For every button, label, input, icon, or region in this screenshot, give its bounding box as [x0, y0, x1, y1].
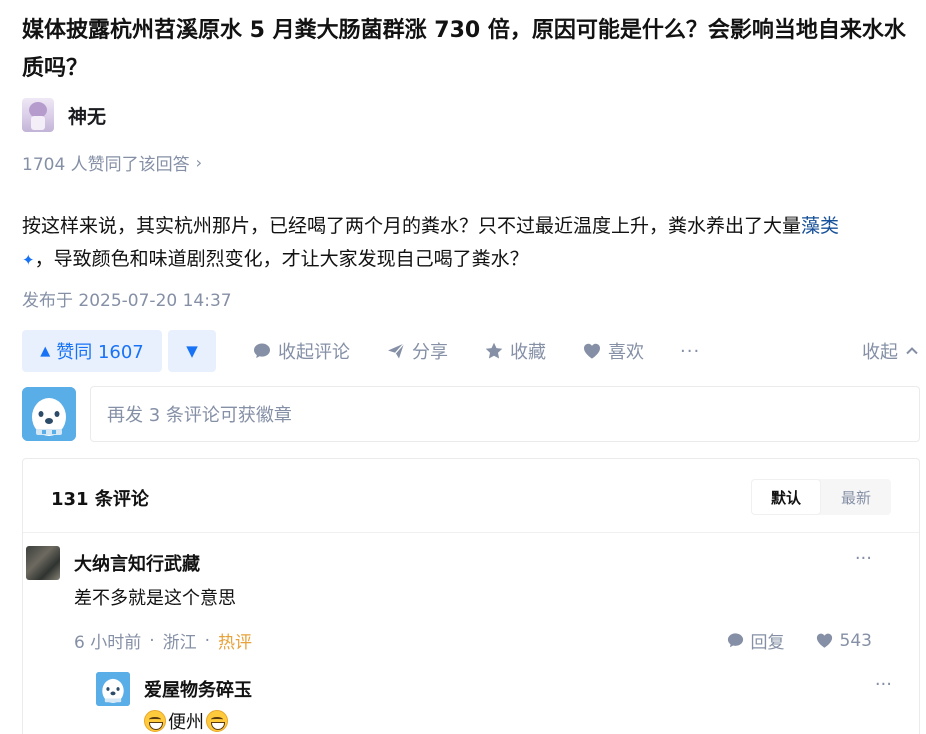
- collapse-answer-button[interactable]: 收起: [862, 338, 920, 364]
- author-avatar[interactable]: [22, 98, 54, 132]
- upvote-label: 赞同 1607: [56, 342, 144, 363]
- bear-mascot-icon: [22, 387, 76, 441]
- comment-actions: 回复 543: [726, 628, 872, 653]
- replier-avatar[interactable]: [96, 672, 130, 706]
- comments-count: 131 条评论: [51, 489, 149, 510]
- upvote-summary-text: 1704 人赞同了该回答: [22, 155, 190, 175]
- answer-body: 按这样来说，其实杭州那片，已经喝了两个月的粪水？只不过最近温度上升，粪水养出了大…: [22, 210, 914, 277]
- comment-sort-toggle: 默认 最新: [751, 479, 891, 515]
- reply-text-value: 便州: [168, 712, 204, 733]
- comment-like-button[interactable]: 543: [815, 631, 872, 651]
- reply-label: 回复: [750, 633, 785, 653]
- current-user-avatar[interactable]: [22, 387, 76, 441]
- reply-more-button[interactable]: ···: [875, 674, 892, 695]
- like-button[interactable]: 喜欢: [582, 338, 644, 364]
- author-name[interactable]: 神无: [68, 102, 106, 129]
- star-icon: [485, 342, 503, 359]
- answer-text-part1: 按这样来说，其实杭州那片，已经喝了两个月的粪水？只不过最近温度上升，粪水养出了大…: [22, 215, 802, 237]
- publish-time: 发布于 2025-07-20 14:37: [22, 291, 232, 311]
- answer-actionbar: ▲ 赞同 1607 ▼ 收起评论 分享 收藏 喜欢 ··· 收起: [22, 330, 920, 372]
- question-title[interactable]: 媒体披露杭州苕溪原水 5 月粪大肠菌群涨 730 倍，原因可能是什么？会影响当地…: [22, 12, 912, 88]
- comment-bubble-icon: [727, 633, 743, 648]
- reply-text: 便州: [144, 708, 228, 734]
- comment-like-count: 543: [839, 630, 872, 651]
- meta-separator: ·: [204, 630, 211, 651]
- share-label: 分享: [412, 342, 448, 363]
- comment-item: 大纳言知行武藏 ··· 差不多就是这个意思 6 小时前 · 浙江 · 热评 回复…: [26, 546, 872, 656]
- comment-bubble-icon: [254, 343, 270, 359]
- commenter-name[interactable]: 大纳言知行武藏: [74, 550, 200, 576]
- upvote-button[interactable]: ▲ 赞同 1607: [22, 330, 162, 372]
- heart-icon: [584, 343, 600, 359]
- answer-author[interactable]: 神无: [22, 96, 106, 134]
- reply-button[interactable]: 回复: [726, 628, 785, 653]
- algae-link[interactable]: 藻类: [801, 215, 839, 237]
- grin-emoji-icon: [206, 710, 228, 732]
- comment-text: 差不多就是这个意思: [74, 588, 236, 609]
- sparkle-icon[interactable]: ✦: [22, 251, 35, 269]
- comment-more-button[interactable]: ···: [855, 548, 872, 569]
- comment-meta: 6 小时前 · 浙江 · 热评: [74, 628, 253, 654]
- favorite-label: 收藏: [510, 342, 546, 363]
- toggle-comments-label: 收起评论: [278, 342, 350, 363]
- chevron-right-icon: ›: [195, 153, 203, 172]
- comment-composer: 再发 3 条评论可获徽章: [22, 386, 920, 442]
- chevron-up-icon: [906, 347, 918, 355]
- heart-icon: [816, 633, 832, 648]
- share-button[interactable]: 分享: [386, 338, 448, 364]
- triangle-down-icon: ▼: [186, 342, 198, 360]
- hot-comment-badge: 热评: [218, 633, 253, 653]
- comment-input[interactable]: 再发 3 条评论可获徽章: [90, 386, 920, 442]
- answer-text-part2: ，导致颜色和味道剧烈变化，才让大家发现自己喝了粪水？: [34, 248, 529, 270]
- replier-name[interactable]: 爱屋物务碎玉: [144, 676, 252, 702]
- bear-mascot-icon: [96, 672, 130, 706]
- triangle-up-icon: ▲: [40, 343, 51, 359]
- toggle-comments-button[interactable]: 收起评论: [252, 338, 350, 364]
- like-label: 喜欢: [608, 342, 644, 363]
- commenter-avatar[interactable]: [26, 546, 60, 580]
- paper-plane-icon: [388, 343, 405, 359]
- sort-latest-tab[interactable]: 最新: [821, 479, 891, 515]
- comment-location: 浙江: [162, 633, 197, 653]
- more-actions-button[interactable]: ···: [680, 341, 700, 362]
- downvote-button[interactable]: ▼: [168, 330, 216, 372]
- comment-time: 6 小时前: [74, 633, 142, 653]
- comments-header: 131 条评论 默认 最新: [23, 459, 919, 533]
- favorite-button[interactable]: 收藏: [484, 338, 546, 364]
- collapse-label: 收起: [862, 342, 898, 363]
- meta-separator: ·: [149, 630, 155, 651]
- reply-item: 爱屋物务碎玉 ··· 便州: [96, 672, 892, 734]
- upvote-summary[interactable]: 1704 人赞同了该回答 ›: [22, 150, 202, 175]
- grin-emoji-icon: [144, 710, 166, 732]
- sort-default-tab[interactable]: 默认: [751, 479, 821, 515]
